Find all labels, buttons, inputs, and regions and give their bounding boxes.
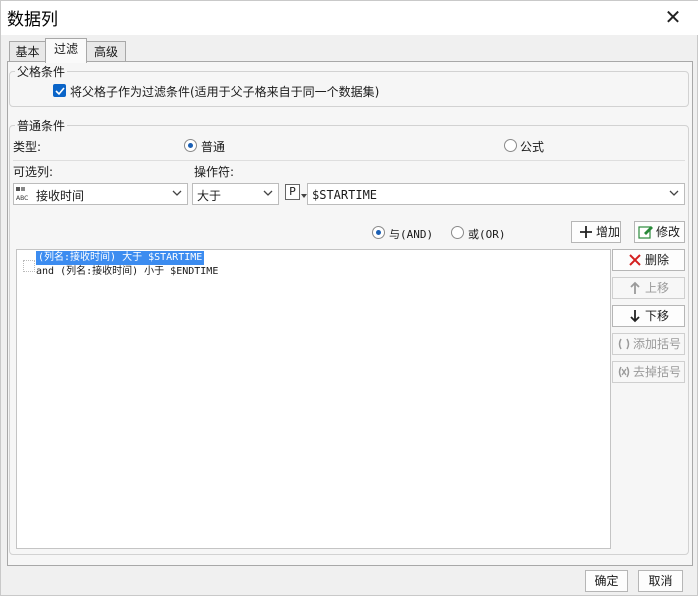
data-column-dialog: 数据列 ✕ 基本 过滤 高级 父格条件 将父格子作为过滤条件(适用于父子格来自于… [0, 0, 698, 596]
tree-bracket [23, 260, 35, 272]
column-type-icon: ABC [15, 186, 33, 202]
tab-advanced[interactable]: 高级 [86, 41, 126, 63]
parent-condition-title: 父格条件 [15, 63, 68, 80]
type-label: 类型: [13, 140, 42, 154]
move-up-button[interactable]: 上移 [612, 277, 685, 299]
move-down-button-label: 下移 [645, 309, 670, 323]
svg-text:ABC: ABC [16, 195, 28, 202]
operator-label: 操作符: [194, 165, 235, 179]
value-input[interactable]: $STARTIME [307, 183, 685, 205]
title-bar: 数据列 ✕ [1, 1, 698, 35]
column-select-value: 接收时间 [36, 189, 85, 203]
logic-and-radio[interactable] [372, 226, 385, 239]
parent-filter-label: 将父格子作为过滤条件(适用于父子格来自于同一个数据集) [70, 85, 380, 99]
edit-button-label: 修改 [656, 225, 681, 239]
remove-bracket-button[interactable]: 去掉括号 [612, 361, 685, 383]
move-up-button-label: 上移 [645, 281, 670, 295]
add-bracket-icon [616, 336, 632, 352]
parent-filter-checkbox[interactable] [53, 84, 66, 97]
type-normal-radio[interactable] [184, 139, 197, 152]
edit-button[interactable]: 修改 [634, 221, 685, 243]
type-normal-label: 普通 [201, 140, 226, 154]
logic-or-label: 或(OR) [468, 228, 506, 241]
separator [13, 160, 685, 161]
delete-button[interactable]: 删除 [612, 249, 685, 271]
tab-filter[interactable]: 过滤 [45, 38, 87, 63]
chevron-down-icon [167, 184, 187, 204]
add-button-label: 增加 [596, 225, 621, 239]
add-bracket-button-label: 添加括号 [633, 337, 682, 351]
parameter-icon[interactable]: P [285, 184, 300, 200]
dialog-title: 数据列 [7, 10, 58, 30]
arrow-up-icon [627, 280, 643, 296]
remove-bracket-button-label: 去掉括号 [633, 365, 682, 379]
chevron-down-icon [664, 184, 684, 204]
cancel-button[interactable]: 取消 [638, 570, 683, 592]
value-input-text: $STARTIME [312, 188, 378, 202]
add-button[interactable]: 增加 [571, 221, 621, 243]
ok-button[interactable]: 确定 [585, 570, 628, 592]
type-formula-radio[interactable] [504, 139, 517, 152]
type-formula-label: 公式 [520, 140, 545, 154]
logic-and-label: 与(AND) [389, 228, 434, 241]
arrow-down-icon [627, 308, 643, 324]
logic-or-radio[interactable] [451, 226, 464, 239]
chevron-down-icon [258, 184, 278, 204]
condition-list[interactable]: (列名:接收时间) 大于 $STARTIME and (列名:接收时间) 小于 … [16, 249, 611, 549]
plus-icon [578, 224, 594, 240]
column-select[interactable]: ABC 接收时间 [13, 183, 188, 205]
move-down-button[interactable]: 下移 [612, 305, 685, 327]
remove-bracket-icon [616, 364, 632, 380]
list-item[interactable]: and (列名:接收时间) 小于 $ENDTIME [36, 265, 218, 279]
tab-basic[interactable]: 基本 [9, 41, 46, 63]
add-bracket-button[interactable]: 添加括号 [612, 333, 685, 355]
operator-select[interactable]: 大于 [192, 183, 279, 205]
column-label: 可选列: [13, 165, 54, 179]
normal-condition-title: 普通条件 [15, 117, 68, 134]
operator-select-value: 大于 [197, 189, 222, 203]
delete-button-label: 删除 [645, 253, 670, 267]
edit-icon [638, 224, 654, 240]
list-item[interactable]: (列名:接收时间) 大于 $STARTIME [36, 251, 205, 265]
close-icon[interactable]: ✕ [659, 4, 687, 30]
delete-x-icon [627, 252, 643, 268]
